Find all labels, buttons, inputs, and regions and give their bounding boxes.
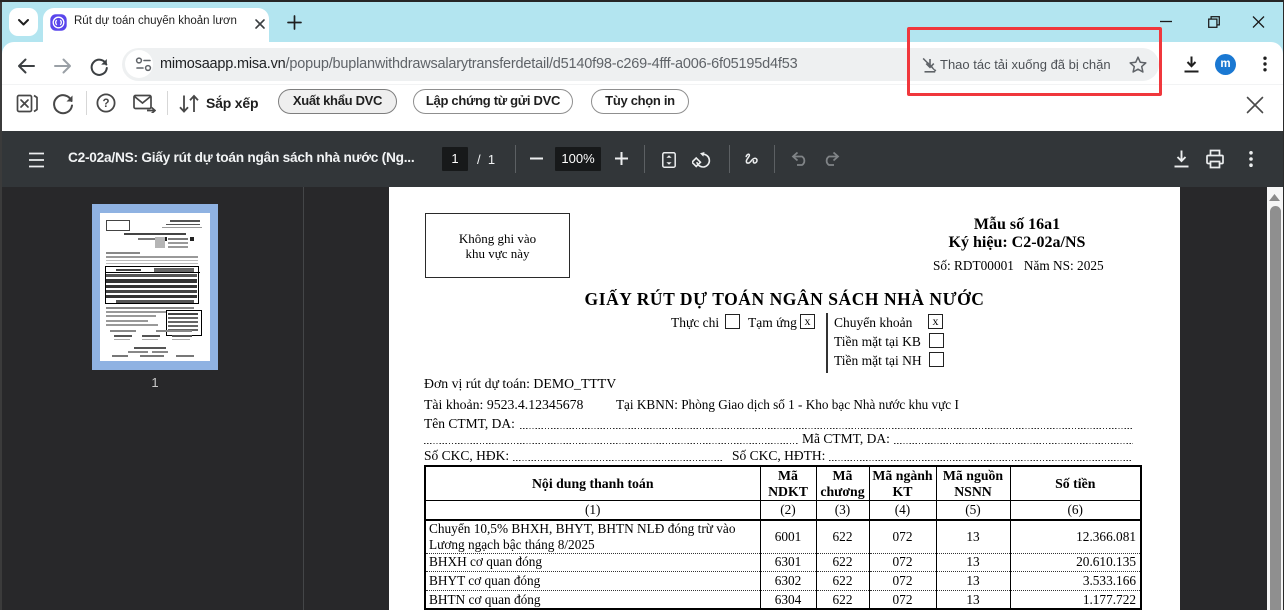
svg-text:?: ?	[102, 98, 109, 110]
